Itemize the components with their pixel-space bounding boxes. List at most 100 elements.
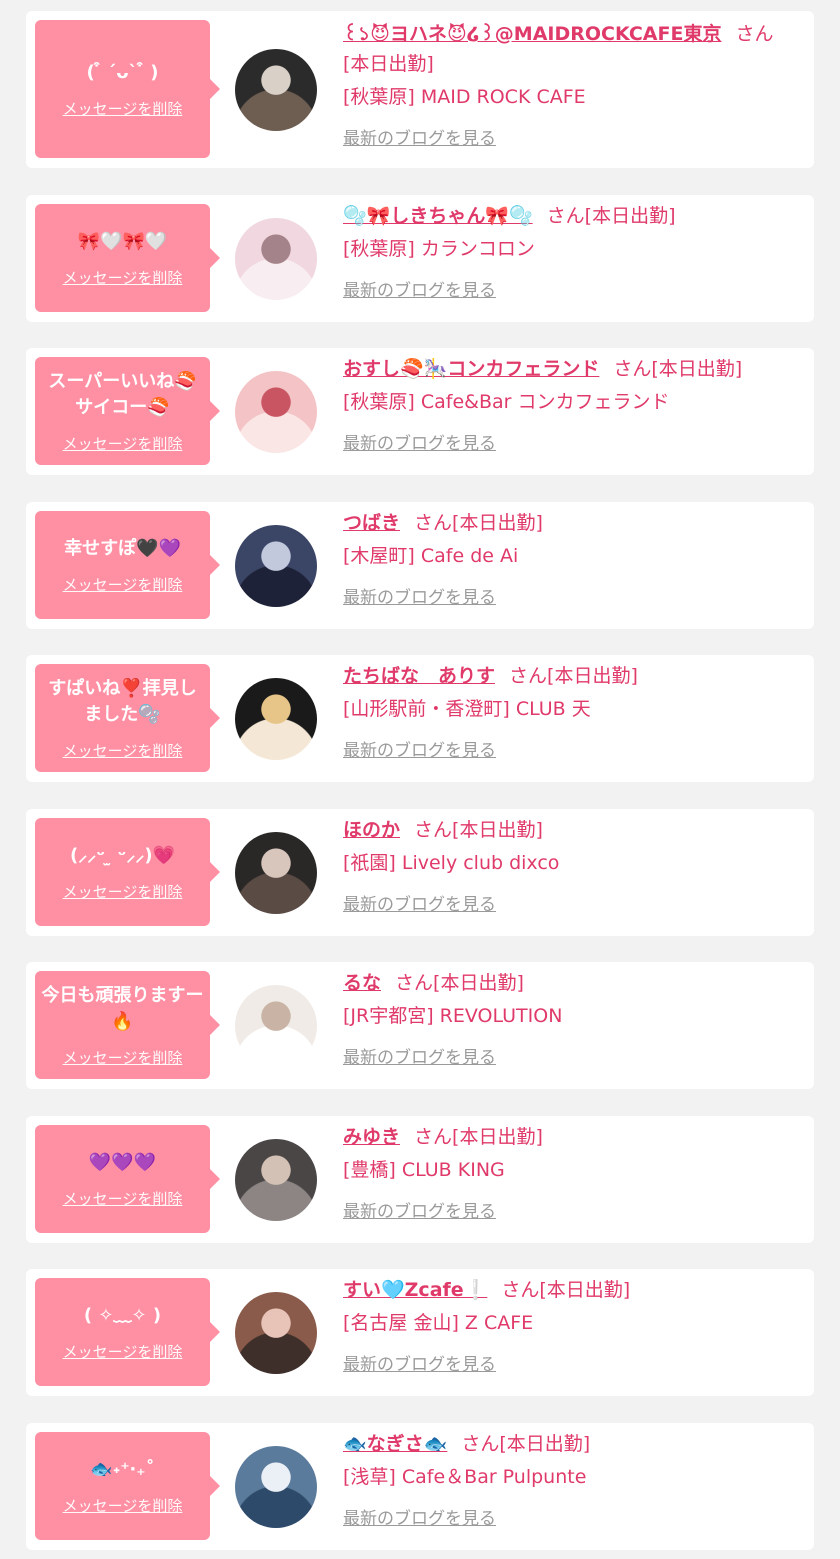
cast-name-link[interactable]: おすし🍣🎠コンカフェランド <box>343 358 599 380</box>
delete-message-link[interactable]: メッセージを削除 <box>63 1495 183 1516</box>
store-name: [秋葉原] カランコロン <box>343 238 535 260</box>
name-line: つばき さん[本日出勤] <box>343 510 804 536</box>
avatar[interactable] <box>235 678 317 760</box>
delete-message-link[interactable]: メッセージを削除 <box>63 267 183 288</box>
message-text: (⸝⸝ᵕ ̫ ᵕ⸝⸝)💗 <box>70 844 175 866</box>
message-bubble: 🐟˖⁺‧₊˚ メッセージを削除 <box>35 1432 220 1540</box>
name-line: 🫧🎀しきちゃん🎀🫧 さん[本日出勤] <box>343 203 804 229</box>
latest-blog-link[interactable]: 最新のブログを見る <box>343 276 496 301</box>
message-card: スーパーいいね🍣サイコー🍣 メッセージを削除 おすし🍣🎠コンカフェランド さん[本日出… <box>26 348 814 475</box>
delete-message-link[interactable]: メッセージを削除 <box>63 740 183 761</box>
message-card: 🎀🤍🎀🤍 メッセージを削除 🫧🎀しきちゃん🎀🫧 さん[本日出勤] [秋葉原] カランコロ… <box>26 195 814 322</box>
store-name: [秋葉原] MAID ROCK CAFE <box>343 86 586 108</box>
avatar[interactable] <box>235 371 317 453</box>
avatar[interactable] <box>235 985 317 1067</box>
cast-name-link[interactable]: みゆき <box>343 1126 400 1148</box>
profile-info: ꒰১😈ヨハネ😈໒꒱@MAIDROCKCAFE東京 さん [本日出勤] [秋葉原] MA… <box>343 21 804 149</box>
latest-blog-link[interactable]: 最新のブログを見る <box>343 1504 496 1529</box>
message-card: ( ✧﹏✧ ) メッセージを削除 すい🩵Zcafe❕ さん[本日出勤] [名古屋 金山]… <box>26 1269 814 1396</box>
profile-info: 🫧🎀しきちゃん🎀🫧 さん[本日出勤] [秋葉原] カランコロン 最新のブログを見る <box>343 203 804 301</box>
message-card: 今日も頑張りますー🔥 メッセージを削除 るな さん[本日出勤] [JR宇都宮] REVO… <box>26 962 814 1089</box>
store-name: [JR宇都宮] REVOLUTION <box>343 1005 563 1027</box>
cast-name-link[interactable]: たちばな ありす <box>343 665 495 687</box>
message-text: 今日も頑張りますー🔥 <box>41 984 204 1032</box>
avatar[interactable] <box>235 1446 317 1528</box>
message-text: すぱいね❣️拝見しました🫧 <box>48 677 197 725</box>
message-card: 💜💜💜 メッセージを削除 みゆき さん[本日出勤] [豊橋] CLUB KING 最新のブ… <box>26 1116 814 1243</box>
attendance-status: [本日出勤] <box>452 819 543 841</box>
honorific-label: さん <box>546 205 585 227</box>
message-bubble: 幸せすぽ🖤💜 メッセージを削除 <box>35 511 220 619</box>
message-card: 幸せすぽ🖤💜 メッセージを削除 つばき さん[本日出勤] [木屋町] Cafe de A… <box>26 502 814 629</box>
honorific-label: さん <box>461 1433 500 1455</box>
store-name: [木屋町] Cafe de Ai <box>343 545 519 567</box>
message-text: ( ✧﹏✧ ) <box>83 1304 162 1326</box>
message-bubble: ( ✧﹏✧ ) メッセージを削除 <box>35 1278 220 1386</box>
latest-blog-link[interactable]: 最新のブログを見る <box>343 429 496 454</box>
cast-name-link[interactable]: 🫧🎀しきちゃん🎀🫧 <box>343 205 533 227</box>
honorific-label: さん <box>395 972 434 994</box>
latest-blog-link[interactable]: 最新のブログを見る <box>343 1350 496 1375</box>
name-line: るな さん[本日出勤] <box>343 970 804 996</box>
message-text: 幸せすぽ🖤💜 <box>64 537 181 559</box>
honorific-label: さん <box>414 819 453 841</box>
honorific-label: さん <box>613 358 652 380</box>
profile-info: すい🩵Zcafe❕ さん[本日出勤] [名古屋 金山] Z CAFE 最新のブログを見… <box>343 1277 804 1375</box>
profile-info: おすし🍣🎠コンカフェランド さん[本日出勤] [秋葉原] Cafe&Bar コンカフ… <box>343 356 804 454</box>
delete-message-link[interactable]: メッセージを削除 <box>63 1341 183 1362</box>
delete-message-link[interactable]: メッセージを削除 <box>63 1188 183 1209</box>
attendance-status: [本日出勤] <box>343 53 434 75</box>
cast-name-link[interactable]: つばき <box>343 512 400 534</box>
honorific-label: さん <box>509 665 548 687</box>
attendance-status: [本日出勤] <box>547 665 638 687</box>
store-name: [祇園] Lively club dixco <box>343 852 560 874</box>
message-text: スーパーいいね🍣サイコー🍣 <box>48 370 197 418</box>
profile-info: みゆき さん[本日出勤] [豊橋] CLUB KING 最新のブログを見る <box>343 1124 804 1222</box>
store-name: [山形駅前・香澄町] CLUB 天 <box>343 698 591 720</box>
name-line: たちばな ありす さん[本日出勤] <box>343 663 804 689</box>
store-name: [秋葉原] Cafe&Bar コンカフェランド <box>343 391 670 413</box>
message-text: 🎀🤍🎀🤍 <box>77 230 168 252</box>
attendance-status: [本日出勤] <box>584 205 676 227</box>
delete-message-link[interactable]: メッセージを削除 <box>63 433 183 454</box>
profile-info: たちばな ありす さん[本日出勤] [山形駅前・香澄町] CLUB 天最新のブログを… <box>343 663 804 761</box>
delete-message-link[interactable]: メッセージを削除 <box>63 1047 183 1068</box>
delete-message-link[interactable]: メッセージを削除 <box>63 881 183 902</box>
profile-info: 🐟なぎさ🐟 さん[本日出勤] [浅草] Cafe＆Bar Pulpunte 最新のブロ… <box>343 1431 804 1529</box>
avatar[interactable] <box>235 1292 317 1374</box>
delete-message-link[interactable]: メッセージを削除 <box>63 98 183 119</box>
profile-info: ほのか さん[本日出勤] [祇園] Lively club dixco 最新のブログを… <box>343 817 804 915</box>
avatar[interactable] <box>235 832 317 914</box>
honorific-label: さん <box>414 1126 453 1148</box>
delete-message-link[interactable]: メッセージを削除 <box>63 574 183 595</box>
attendance-status: [本日出勤] <box>452 512 543 534</box>
cast-name-link[interactable]: ꒰১😈ヨハネ😈໒꒱@MAIDROCKCAFE東京 <box>343 23 721 45</box>
latest-blog-link[interactable]: 最新のブログを見る <box>343 124 496 149</box>
store-name: [豊橋] CLUB KING <box>343 1159 505 1181</box>
honorific-label: さん <box>735 23 774 45</box>
latest-blog-link[interactable]: 最新のブログを見る <box>343 1197 496 1222</box>
latest-blog-link[interactable]: 最新のブログを見る <box>343 890 496 915</box>
cast-name-link[interactable]: 🐟なぎさ🐟 <box>343 1433 447 1455</box>
message-list: ( ͒ ˊᴗˋ ͒ ) メッセージを削除 ꒰১😈ヨハネ😈໒꒱@MAIDROCKCAF… <box>0 0 840 1559</box>
latest-blog-link[interactable]: 最新のブログを見る <box>343 583 496 608</box>
avatar[interactable] <box>235 218 317 300</box>
latest-blog-link[interactable]: 最新のブログを見る <box>343 736 496 761</box>
avatar[interactable] <box>235 525 317 607</box>
honorific-label: さん <box>414 512 453 534</box>
avatar[interactable] <box>235 1139 317 1221</box>
cast-name-link[interactable]: すい🩵Zcafe❕ <box>343 1279 487 1301</box>
message-text: 💜💜💜 <box>88 1151 157 1173</box>
message-card: ( ͒ ˊᴗˋ ͒ ) メッセージを削除 ꒰১😈ヨハネ😈໒꒱@MAIDROCKCAF… <box>26 11 814 168</box>
latest-blog-link[interactable]: 最新のブログを見る <box>343 1043 496 1068</box>
avatar[interactable] <box>235 49 317 131</box>
message-bubble: 今日も頑張りますー🔥 メッセージを削除 <box>35 971 220 1079</box>
message-bubble: 💜💜💜 メッセージを削除 <box>35 1125 220 1233</box>
honorific-label: さん <box>501 1279 540 1301</box>
cast-name-link[interactable]: るな <box>343 972 381 994</box>
message-text: ( ͒ ˊᴗˋ ͒ ) <box>86 61 159 83</box>
message-card: すぱいね❣️拝見しました🫧 メッセージを削除 たちばな ありす さん[本日出勤] [山形… <box>26 655 814 782</box>
attendance-line: [本日出勤] <box>343 51 804 77</box>
message-bubble: 🎀🤍🎀🤍 メッセージを削除 <box>35 204 220 312</box>
cast-name-link[interactable]: ほのか <box>343 819 400 841</box>
